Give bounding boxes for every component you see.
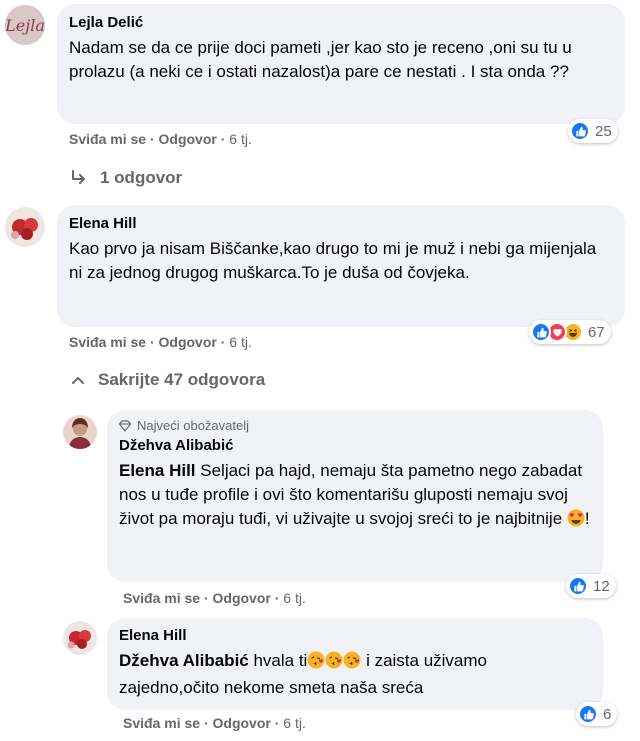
like-link[interactable]: Sviđa mi se [69, 131, 146, 147]
mention-link[interactable]: Džehva Alibabić [119, 651, 249, 670]
reaction-summary[interactable]: 25 [568, 119, 618, 143]
reply-author[interactable]: Elena Hill [119, 626, 591, 646]
view-replies-button[interactable]: 1 odgovor [70, 168, 182, 188]
reaction-count: 25 [595, 122, 612, 140]
reaction-summary[interactable]: 12 [566, 574, 616, 598]
reply-text: Elena Hill Seljaci pa hajd, nemaju šta p… [119, 459, 591, 534]
like-reaction-icon [578, 704, 598, 724]
comment-bubble: Elena Hill Kao prvo ja nisam Biščanke,ka… [57, 205, 625, 327]
separator: · [203, 590, 209, 606]
reply-link[interactable]: Odgovor [213, 715, 271, 731]
reply-dzehva: Najveći obožavatelj Džehva Alibabić Elen… [0, 405, 640, 615]
heart-eyes-emoji [567, 509, 585, 534]
like-link[interactable]: Sviđa mi se [123, 715, 200, 731]
avatar[interactable] [5, 207, 45, 247]
like-reaction-icon [531, 322, 551, 342]
reply-link[interactable]: Odgovor [159, 334, 217, 350]
avatar[interactable] [63, 621, 97, 655]
reply-actions: Sviđa mi se · Odgovor · 6 tj. [123, 715, 306, 731]
reply-author[interactable]: Džehva Alibabić [119, 436, 591, 456]
top-fan-badge[interactable]: Najveći obožavatelj [119, 418, 591, 434]
reply-actions: Sviđa mi se · Odgovor · 6 tj. [123, 590, 306, 606]
reaction-summary[interactable]: 67 [529, 320, 611, 344]
reaction-count: 6 [603, 705, 612, 723]
blowing-kiss-emoji [325, 651, 343, 676]
blowing-kiss-emoji [343, 651, 361, 676]
separator: · [203, 715, 209, 731]
timestamp[interactable]: 6 tj. [229, 131, 252, 147]
separator: · [274, 715, 280, 731]
timestamp[interactable]: 6 tj. [229, 334, 252, 350]
reply-arrow-icon [72, 170, 85, 184]
reaction-count: 12 [593, 577, 610, 595]
comment-actions: Sviđa mi se · Odgovor · 6 tj. [69, 131, 252, 147]
mention-link[interactable]: Elena Hill [119, 461, 196, 480]
reply-link[interactable]: Odgovor [213, 590, 271, 606]
comment-text: Nadam se da ce prije doci pameti ,jer ka… [69, 38, 572, 81]
blowing-kiss-emoji [307, 651, 325, 676]
comment-elena: Elena Hill Kao prvo ja nisam Biščanke,ka… [0, 200, 640, 360]
timestamp[interactable]: 6 tj. [283, 715, 306, 731]
reply-bubble: Elena Hill Džehva Alibabić hvala ti i za… [107, 618, 603, 710]
reply-elena: Elena Hill Džehva Alibabić hvala ti i za… [0, 615, 640, 741]
like-reaction-icon [570, 121, 590, 141]
reply-link[interactable]: Odgovor [159, 131, 217, 147]
comment-bubble: Lejla Delić Nadam se da ce prije doci pa… [57, 4, 625, 124]
replies-toggle-label: 1 odgovor [100, 168, 183, 187]
comment-author[interactable]: Elena Hill [69, 214, 613, 234]
separator: · [220, 334, 226, 350]
hide-replies-button[interactable]: Sakrijte 47 odgovora [70, 370, 265, 390]
separator: · [149, 334, 155, 350]
reply-bubble: Najveći obožavatelj Džehva Alibabić Elen… [107, 410, 603, 582]
svg-text:Lejla: Lejla [5, 16, 45, 35]
reaction-count: 67 [588, 323, 605, 341]
reply-body-end: ! [584, 509, 590, 528]
timestamp[interactable]: 6 tj. [283, 590, 306, 606]
comment-author[interactable]: Lejla Delić [69, 13, 613, 33]
diamond-icon [119, 420, 131, 432]
avatar[interactable]: Lejla [5, 5, 45, 45]
replies-toggle-label: Sakrijte 47 odgovora [98, 370, 266, 389]
comment-lejla: Lejla Lejla Delić Nadam se da ce prije d… [0, 0, 640, 160]
avatar[interactable] [63, 415, 97, 449]
reaction-summary[interactable]: 6 [576, 702, 618, 726]
reply-body: hvala ti [248, 651, 308, 670]
separator: · [149, 131, 155, 147]
chevron-up-icon [72, 377, 84, 384]
comment-actions: Sviđa mi se · Odgovor · 6 tj. [69, 334, 252, 350]
reply-text: Džehva Alibabić hvala ti i zaista uživam… [119, 649, 591, 700]
like-reaction-icon [568, 576, 588, 596]
comment-text: Kao prvo ja nisam Biščanke,kao drugo to … [69, 239, 597, 282]
separator: · [220, 131, 226, 147]
top-fan-label: Najveći obožavatelj [137, 418, 250, 433]
like-link[interactable]: Sviđa mi se [123, 590, 200, 606]
separator: · [274, 590, 280, 606]
like-link[interactable]: Sviđa mi se [69, 334, 146, 350]
